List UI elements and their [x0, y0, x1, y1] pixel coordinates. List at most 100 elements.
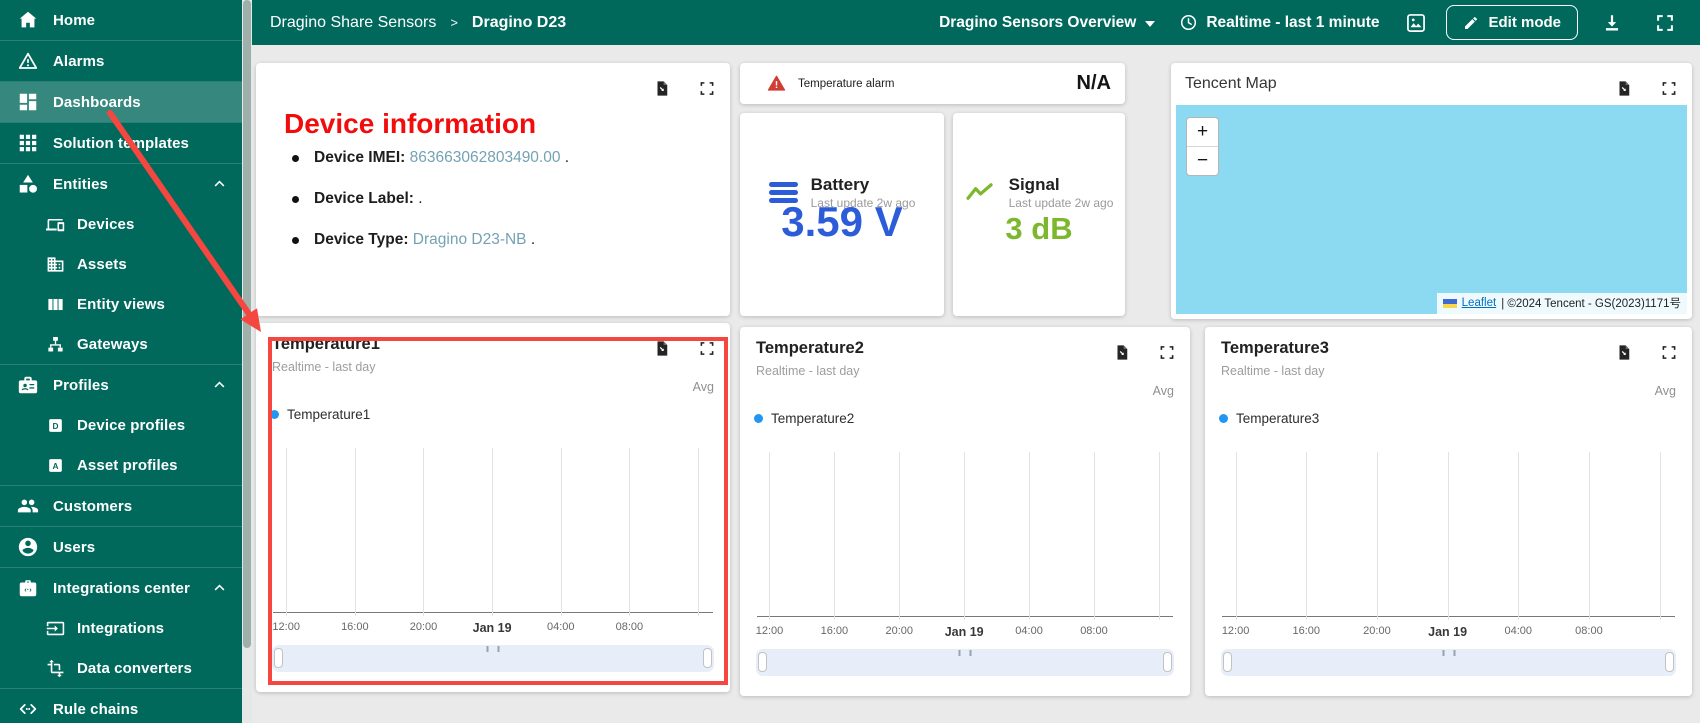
map-canvas[interactable]: + − Leaflet | ©2024 Tencent - GS(2023)11…: [1176, 105, 1687, 314]
sidebar-item-entities[interactable]: Entities: [0, 164, 242, 204]
sidebar-item-data-converters[interactable]: Data converters: [0, 648, 242, 688]
signal-title: Signal: [1008, 175, 1060, 194]
legend-dot: [270, 410, 279, 419]
export-file-icon[interactable]: [1615, 79, 1633, 98]
chart-range-scrollbar[interactable]: [756, 649, 1174, 676]
x-axis-tick-label: 08:00: [1080, 625, 1108, 637]
ukraine-flag-icon: [1442, 298, 1457, 308]
aggregation-label[interactable]: Avg: [1153, 384, 1174, 398]
range-grip[interactable]: [486, 646, 500, 652]
fullscreen-button[interactable]: [1654, 12, 1676, 34]
background-image-button[interactable]: [1405, 12, 1427, 34]
zoom-in-button[interactable]: +: [1187, 118, 1218, 146]
temperature1-chart-widget: Temperature1 Realtime - last day Avg Tem…: [256, 323, 730, 692]
data-converters-icon: [46, 659, 65, 678]
x-axis-tick-label: 08:00: [1575, 625, 1603, 637]
aggregation-label[interactable]: Avg: [693, 380, 714, 394]
sidebar-item-device-profiles[interactable]: D Device profiles: [0, 405, 242, 445]
range-handle-right[interactable]: [1163, 652, 1172, 672]
sidebar-item-customers[interactable]: Customers: [0, 486, 242, 526]
chart-title: Temperature1: [272, 335, 380, 353]
range-grip[interactable]: [958, 650, 972, 656]
sidebar-item-assets[interactable]: Assets: [0, 244, 242, 284]
gridline: [964, 452, 966, 620]
sidebar-item-label: Assets: [77, 255, 127, 273]
chart-range-scrollbar[interactable]: [1221, 649, 1676, 676]
chevron-up-icon[interactable]: [210, 376, 229, 395]
expand-widget-icon[interactable]: [1158, 343, 1176, 362]
range-handle-right[interactable]: [1665, 652, 1674, 672]
edit-mode-button[interactable]: Edit mode: [1446, 5, 1578, 40]
sidebar-item-entity-views[interactable]: Entity views: [0, 284, 242, 324]
x-axis-tick-label: 04:00: [1015, 625, 1043, 637]
range-handle-left[interactable]: [274, 648, 283, 668]
chevron-up-icon[interactable]: [210, 175, 229, 194]
timewindow-button[interactable]: Realtime - last 1 minute: [1179, 13, 1379, 32]
sidebar-item-solution-templates[interactable]: Solution templates: [0, 123, 242, 163]
sidebar-item-integrations[interactable]: Integrations: [0, 608, 242, 648]
range-grip[interactable]: [1442, 650, 1455, 656]
signal-icon: [965, 181, 996, 204]
sidebar-item-alarms[interactable]: Alarms: [0, 41, 242, 81]
sidebar-item-profiles[interactable]: Profiles: [0, 365, 242, 405]
expand-widget-icon[interactable]: [698, 339, 716, 358]
export-file-icon[interactable]: [1615, 343, 1633, 362]
legend-item[interactable]: Temperature3: [1219, 411, 1319, 426]
aggregation-label[interactable]: Avg: [1655, 384, 1676, 398]
sidebar-item-gateways[interactable]: Gateways: [0, 324, 242, 364]
legend-item[interactable]: Temperature1: [270, 407, 370, 422]
gridline: [1158, 452, 1160, 620]
signal-subtitle: Last update 2w ago: [1008, 195, 1114, 210]
device-info-list: Device IMEI: 863663062803490.00 . Device…: [288, 149, 569, 272]
gridline: [423, 448, 425, 616]
x-axis-tick-label: 12:00: [1221, 625, 1250, 637]
breadcrumb-current: Dragino D23: [471, 13, 567, 31]
range-handle-left[interactable]: [1223, 652, 1232, 672]
leaflet-link[interactable]: Leaflet: [1462, 297, 1497, 309]
chart-subtitle: Realtime - last day: [1221, 364, 1325, 378]
list-item: Device IMEI: 863663062803490.00 .: [288, 149, 569, 167]
export-file-icon[interactable]: [1113, 343, 1131, 362]
legend-item[interactable]: Temperature2: [754, 411, 854, 426]
sidebar-item-home[interactable]: Home: [0, 0, 242, 40]
main-scrollbar[interactable]: [242, 0, 252, 723]
legend-dot: [1219, 414, 1228, 423]
chevron-up-icon[interactable]: [210, 579, 229, 598]
sidebar-item-integrations-center[interactable]: ‹·› Integrations center: [0, 568, 242, 608]
dashboard-state-selector[interactable]: Dragino Sensors Overview: [939, 14, 1156, 32]
signal-widget: Signal Last update 2w ago 3 dB: [953, 113, 1125, 316]
rule-chains-icon: [17, 698, 39, 720]
chart-range-scrollbar[interactable]: [272, 645, 714, 672]
sidebar-item-dashboards[interactable]: Dashboards: [0, 82, 242, 122]
breadcrumb-parent[interactable]: Dragino Share Sensors: [270, 14, 436, 32]
download-button[interactable]: [1601, 12, 1623, 34]
expand-widget-icon[interactable]: [1660, 343, 1678, 362]
sidebar-item-devices[interactable]: Devices: [0, 204, 242, 244]
sidebar-item-label: Entity views: [77, 295, 165, 313]
main-scrollbar-thumb[interactable]: [243, 0, 251, 648]
range-handle-right[interactable]: [703, 648, 712, 668]
asset-profile-icon: A: [46, 456, 65, 475]
expand-widget-icon[interactable]: [1660, 79, 1678, 98]
gridline: [698, 448, 700, 616]
export-file-icon[interactable]: [653, 339, 671, 358]
battery-title: Battery: [810, 175, 870, 194]
sidebar-item-users[interactable]: Users: [0, 527, 242, 567]
sidebar-item-label: Device profiles: [77, 416, 186, 434]
export-file-icon[interactable]: [653, 79, 671, 98]
sidebar-nav: Home Alarms Dashboards Solution templates En…: [0, 0, 242, 723]
expand-widget-icon[interactable]: [698, 79, 716, 98]
sidebar-item-rule-chains[interactable]: Rule chains: [0, 689, 242, 723]
x-axis-tick-label: 16:00: [820, 625, 849, 637]
sidebar-item-label: Gateways: [77, 335, 148, 353]
range-handle-left[interactable]: [758, 652, 767, 672]
widget-actions: [653, 339, 716, 358]
users-icon: [17, 536, 39, 558]
sidebar-item-asset-profiles[interactable]: A Asset profiles: [0, 445, 242, 485]
widget-actions: [653, 79, 716, 98]
x-axis-tick-label: 20:00: [409, 621, 438, 633]
x-axis-tick-label: 20:00: [1363, 625, 1391, 637]
sidebar-item-label: Rule chains: [53, 700, 139, 718]
pencil-icon: [1463, 15, 1479, 31]
zoom-out-button[interactable]: −: [1187, 146, 1218, 175]
